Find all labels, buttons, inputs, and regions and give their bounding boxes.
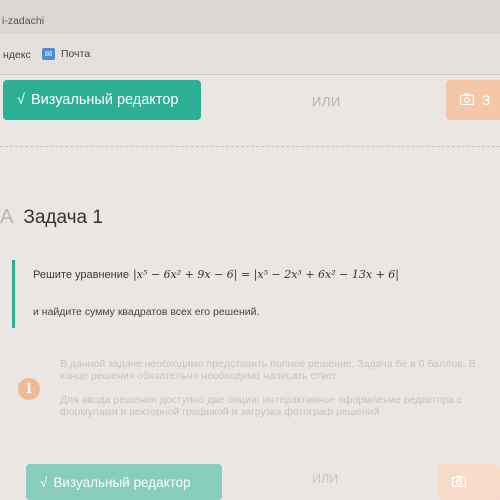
or-label: ИЛИ [312, 94, 341, 109]
checkmark-icon: √ [17, 92, 25, 108]
task-title: Задача 1 [23, 206, 103, 228]
equation-formula: |x⁵ − 6x² + 9x − 6| = |x⁵ − 2x³ + 6x² − … [133, 268, 399, 281]
bookmark-mail[interactable]: ✉ Почта [42, 48, 90, 60]
bottom-photo-upload-button[interactable] [438, 464, 500, 500]
bottom-visual-editor-button[interactable]: √ Визуальный редактор [26, 464, 222, 500]
visual-editor-label: Визуальный редактор [30, 92, 179, 108]
mail-icon: ✉ [42, 48, 55, 60]
section-divider [0, 146, 500, 147]
camera-icon [459, 92, 475, 108]
info-icon: i [18, 378, 40, 400]
bottom-editor-choice-bar: √ Визуальный редактор ИЛИ [0, 464, 500, 500]
problem-intro-text: Решите уравнение [33, 268, 130, 281]
task-heading: A Задача 1 [0, 206, 103, 229]
bookmarks-bar: ндекс ✉ Почта [0, 34, 500, 75]
photo-upload-button[interactable]: З [446, 80, 500, 120]
info-paragraph-1: В данной задаче необходимо представить п… [60, 358, 476, 382]
editor-choice-bar: √ Визуальный редактор ИЛИ З [0, 80, 500, 124]
photo-upload-label: З [482, 92, 491, 108]
browser-tab-strip: i-zadachi [0, 0, 500, 34]
visual-editor-button[interactable]: √ Визуальный редактор [3, 80, 201, 120]
checkmark-icon: √ [40, 474, 48, 490]
task-prefix-mark: A [0, 206, 14, 228]
bookmark-yandex[interactable]: ндекс [3, 49, 31, 61]
problem-line-1: Решите уравнение |x⁵ − 6x² + 9x − 6| = |… [33, 268, 399, 281]
info-paragraph-2: Для ввода решения доступно две опции: ин… [60, 394, 463, 418]
problem-line-2: и найдите сумму квадратов всех его решен… [33, 306, 260, 318]
bottom-or-label: ИЛИ [312, 472, 339, 486]
camera-icon [451, 475, 467, 490]
bookmark-mail-label: Почта [61, 48, 91, 60]
bottom-visual-editor-label: Визуальный редактор [53, 474, 191, 490]
browser-tab-title[interactable]: i-zadachi [2, 15, 44, 27]
info-notice: i В данной задаче необходимо представить… [0, 342, 500, 454]
problem-statement: Решите уравнение |x⁵ − 6x² + 9x − 6| = |… [12, 260, 495, 328]
